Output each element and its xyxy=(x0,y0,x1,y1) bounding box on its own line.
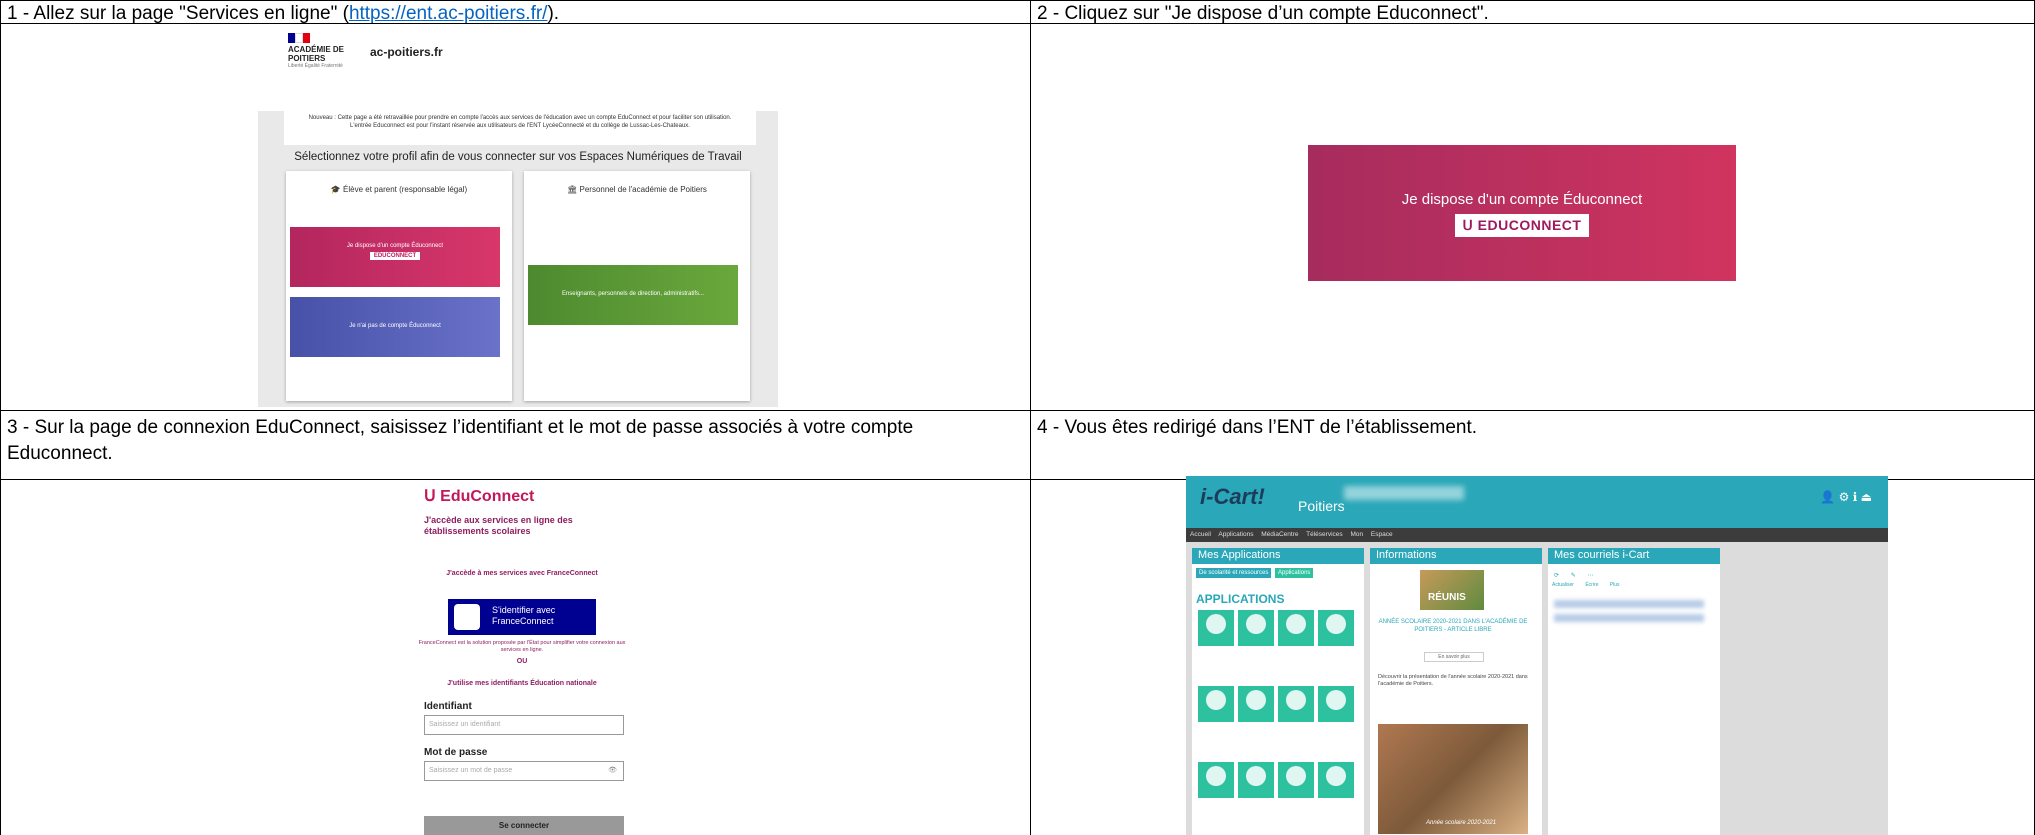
student-parent-card: 🎓 Élève et parent (responsable légal) Je… xyxy=(286,171,512,401)
franceconnect-icon xyxy=(454,604,480,630)
read-more-button[interactable]: En savoir plus xyxy=(1424,652,1484,662)
app-tile[interactable] xyxy=(1238,610,1274,646)
en-ids-label: J'utilise mes identifiants Éducation nat… xyxy=(447,680,597,687)
app-tile[interactable] xyxy=(1318,686,1354,722)
staff-card: 🏛 Personnel de l'académie de Poitiers En… xyxy=(524,171,750,401)
french-flag-icon xyxy=(288,33,311,43)
educonnect-badge: EDUCONNECT xyxy=(369,252,421,260)
compose-label: Écrire xyxy=(1585,582,1599,588)
educonnect-logo-icon: ᑌ xyxy=(1462,217,1478,233)
ent-nav[interactable]: Accueil Applications MédiaCentre Téléser… xyxy=(1186,528,1888,542)
refresh-label: Actualiser xyxy=(1552,582,1574,588)
educonnect-login-screenshot: ᑌ EduConnect J'accède aux services en li… xyxy=(418,483,626,835)
identifier-label: Identifiant xyxy=(424,701,472,712)
icart-logo: i-Cart! xyxy=(1200,484,1265,509)
graduation-cap-icon: 🎓 xyxy=(330,185,344,194)
educonnect-logo-icon: ᑌ xyxy=(424,488,441,505)
identifier-input[interactable]: Saisissez un identifiant xyxy=(424,715,624,735)
step-4-header: 4 - Vous êtes redirigé dans l’ENT de l’é… xyxy=(1030,410,2035,480)
educonnect-badge: ᑌ EDUCONNECT xyxy=(1454,214,1590,237)
step-2-header: 2 - Cliquez sur "Je dispose d’un compte … xyxy=(1030,0,2035,24)
password-input[interactable]: Saisissez un mot de passe 👁 xyxy=(424,761,624,781)
staff-button[interactable]: Enseignants, personnels de direction, ad… xyxy=(528,265,738,325)
info-column: Informations RÉUNIS ANNÉE SCOLAIRE 2020-… xyxy=(1370,548,1542,835)
app-tile[interactable] xyxy=(1238,762,1274,798)
or-divider: OU xyxy=(516,658,528,665)
ent-link[interactable]: https://ent.ac-poitiers.fr/ xyxy=(349,3,548,23)
eye-icon[interactable]: 👁 xyxy=(608,766,617,774)
news-text: Découvrir la présentation de l'année sco… xyxy=(1378,674,1528,687)
more-label: Plus xyxy=(1609,582,1620,588)
mail-item[interactable] xyxy=(1554,614,1704,622)
institution-icon: 🏛 xyxy=(567,185,580,194)
educonnect-brand: ᑌ EduConnect xyxy=(424,488,535,505)
app-tile[interactable] xyxy=(1278,610,1314,646)
no-educonnect-button[interactable]: Je n'ai pas de compte Éduconnect xyxy=(290,297,500,357)
school-name-blurred xyxy=(1344,486,1464,500)
choose-profile-heading: Sélectionnez votre profil afin de vous c… xyxy=(294,151,742,163)
app-tile[interactable] xyxy=(1278,686,1314,722)
franceconnect-button[interactable]: S'identifier avec FranceConnect xyxy=(448,599,596,635)
franceconnect-intro: J'accède à mes services avec FranceConne… xyxy=(446,570,598,577)
educonnect-button-zoom[interactable]: Je dispose d'un compte Éduconnect ᑌ EDUC… xyxy=(1308,145,1736,281)
tab-applications[interactable]: Applications xyxy=(1275,568,1314,578)
ent-icart-screenshot: i-Cart! Poitiers 👤 ⚙ ℹ ⏏ Accueil Applica… xyxy=(1186,476,1888,835)
apps-column: Mes Applications De scolarité et ressour… xyxy=(1192,548,1364,835)
news-photo-caption: Année scolaire 2020-2021 xyxy=(1426,820,1497,826)
ent-header: i-Cart! Poitiers 👤 ⚙ ℹ ⏏ xyxy=(1186,476,1888,528)
tab-scolarite[interactable]: De scolarité et ressources xyxy=(1196,568,1272,578)
ent-body: Mes Applications De scolarité et ressour… xyxy=(1186,542,1888,835)
domain-label: ac-poitiers.fr xyxy=(370,45,443,59)
academy-logo: ACADÉMIE DE POITIERS Liberté Égalité Fra… xyxy=(288,33,348,69)
notice-box: Nouveau : Cette page a été retravaillée … xyxy=(284,111,756,145)
app-tile[interactable] xyxy=(1278,762,1314,798)
step-3-header: 3 - Sur la page de connexion EduConnect,… xyxy=(0,410,1031,480)
app-tile[interactable] xyxy=(1198,686,1234,722)
educonnect-account-button[interactable]: Je dispose d'un compte Éduconnect EDUCON… xyxy=(290,227,500,287)
user-menu-icon[interactable]: 👤 ⚙ ℹ ⏏ xyxy=(1820,490,1872,504)
refresh-icon[interactable]: ⟳ xyxy=(1554,573,1559,579)
mail-item[interactable] xyxy=(1554,600,1704,608)
app-tile[interactable] xyxy=(1318,762,1354,798)
city-label: Poitiers xyxy=(1298,498,1345,514)
app-tile[interactable] xyxy=(1198,610,1234,646)
news-badge: RÉUNIS xyxy=(1428,592,1466,603)
ent-portal-screenshot: ACADÉMIE DE POITIERS Liberté Égalité Fra… xyxy=(258,27,778,407)
compose-icon[interactable]: ✎ xyxy=(1571,573,1576,579)
password-label: Mot de passe xyxy=(424,747,488,758)
news-image xyxy=(1420,570,1484,610)
news-title: ANNÉE SCOLAIRE 2020-2021 DANS L'ACADÉMIE… xyxy=(1378,619,1528,633)
mail-column: Mes courriels i-Cart ⟳ ✎ ⋯ Actualiser Éc… xyxy=(1548,548,1720,835)
login-heading: J'accède aux services en ligne des établ… xyxy=(424,515,573,536)
app-tile[interactable] xyxy=(1198,762,1234,798)
portal-panel: Nouveau : Cette page a été retravaillée … xyxy=(258,111,778,407)
app-tile[interactable] xyxy=(1318,610,1354,646)
news-photo xyxy=(1378,724,1528,834)
more-icon[interactable]: ⋯ xyxy=(1587,573,1593,579)
login-button[interactable]: Se connecter xyxy=(424,816,624,835)
app-tile[interactable] xyxy=(1238,686,1274,722)
franceconnect-note: FranceConnect est la solution proposée p… xyxy=(418,640,626,653)
step-1-header: 1 - Allez sur la page "Services en ligne… xyxy=(0,0,1031,24)
